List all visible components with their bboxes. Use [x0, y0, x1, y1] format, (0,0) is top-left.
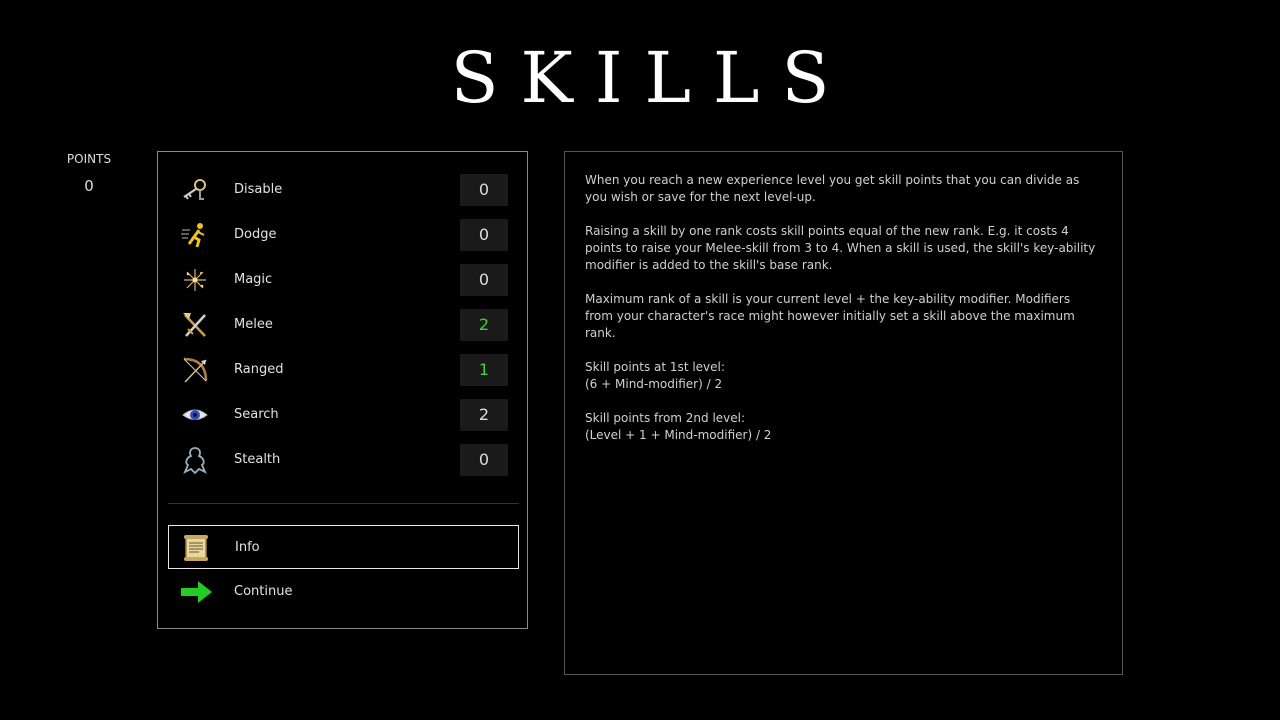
continue-button[interactable]: Continue [168, 570, 519, 614]
skill-value-ranged[interactable]: 1 [460, 354, 508, 386]
info-paragraph: When you reach a new experience level yo… [585, 173, 1080, 204]
skill-row-stealth[interactable]: Stealth 0 [168, 443, 508, 477]
info-paragraph: Raising a skill by one rank costs skill … [585, 224, 1096, 272]
skill-value-melee[interactable]: 2 [460, 309, 508, 341]
points-value: 0 [84, 177, 94, 195]
lockpick-key-icon [180, 175, 210, 205]
skill-row-disable[interactable]: Disable 0 [168, 173, 508, 207]
skill-label: Ranged [234, 362, 284, 377]
crossed-axe-sword-icon [180, 310, 210, 340]
ghost-silhouette-icon [180, 445, 210, 475]
scroll-icon [181, 533, 211, 563]
info-button[interactable]: Info [168, 525, 519, 569]
info-label: Info [235, 540, 260, 555]
skill-row-melee[interactable]: Melee 2 [168, 308, 508, 342]
skill-label: Disable [234, 182, 283, 197]
skill-row-dodge[interactable]: Dodge 0 [168, 218, 508, 252]
info-paragraph: Skill points at 1st level: (6 + Mind-mod… [585, 360, 725, 391]
divider [168, 503, 519, 504]
continue-label: Continue [234, 584, 293, 599]
skill-value-stealth[interactable]: 0 [460, 444, 508, 476]
skill-label: Dodge [234, 227, 277, 242]
skill-label: Melee [234, 317, 273, 332]
skills-panel: Disable 0 Dodge 0 Magic 0 Melee 2 Ranged… [157, 151, 528, 629]
skill-row-ranged[interactable]: Ranged 1 [168, 353, 508, 387]
green-arrow-right-icon [180, 577, 212, 607]
info-panel: When you reach a new experience level yo… [564, 151, 1123, 675]
skill-value-disable[interactable]: 0 [460, 174, 508, 206]
page-title: SKILLS [450, 37, 852, 119]
bow-and-arrow-icon [180, 355, 210, 385]
sparkles-icon [180, 265, 210, 295]
skill-value-search[interactable]: 2 [460, 399, 508, 431]
skill-label: Magic [234, 272, 273, 287]
info-text: When you reach a new experience level yo… [585, 172, 1100, 461]
skill-value-magic[interactable]: 0 [460, 264, 508, 296]
eye-icon [180, 400, 210, 430]
skill-row-search[interactable]: Search 2 [168, 398, 508, 432]
skill-row-magic[interactable]: Magic 0 [168, 263, 508, 297]
points-label: POINTS [66, 152, 112, 166]
skill-value-dodge[interactable]: 0 [460, 219, 508, 251]
skill-label: Stealth [234, 452, 281, 467]
running-figure-icon [180, 220, 210, 250]
skill-label: Search [234, 407, 279, 422]
info-paragraph: Maximum rank of a skill is your current … [585, 292, 1075, 340]
info-paragraph: Skill points from 2nd level: (Level + 1 … [585, 411, 772, 442]
